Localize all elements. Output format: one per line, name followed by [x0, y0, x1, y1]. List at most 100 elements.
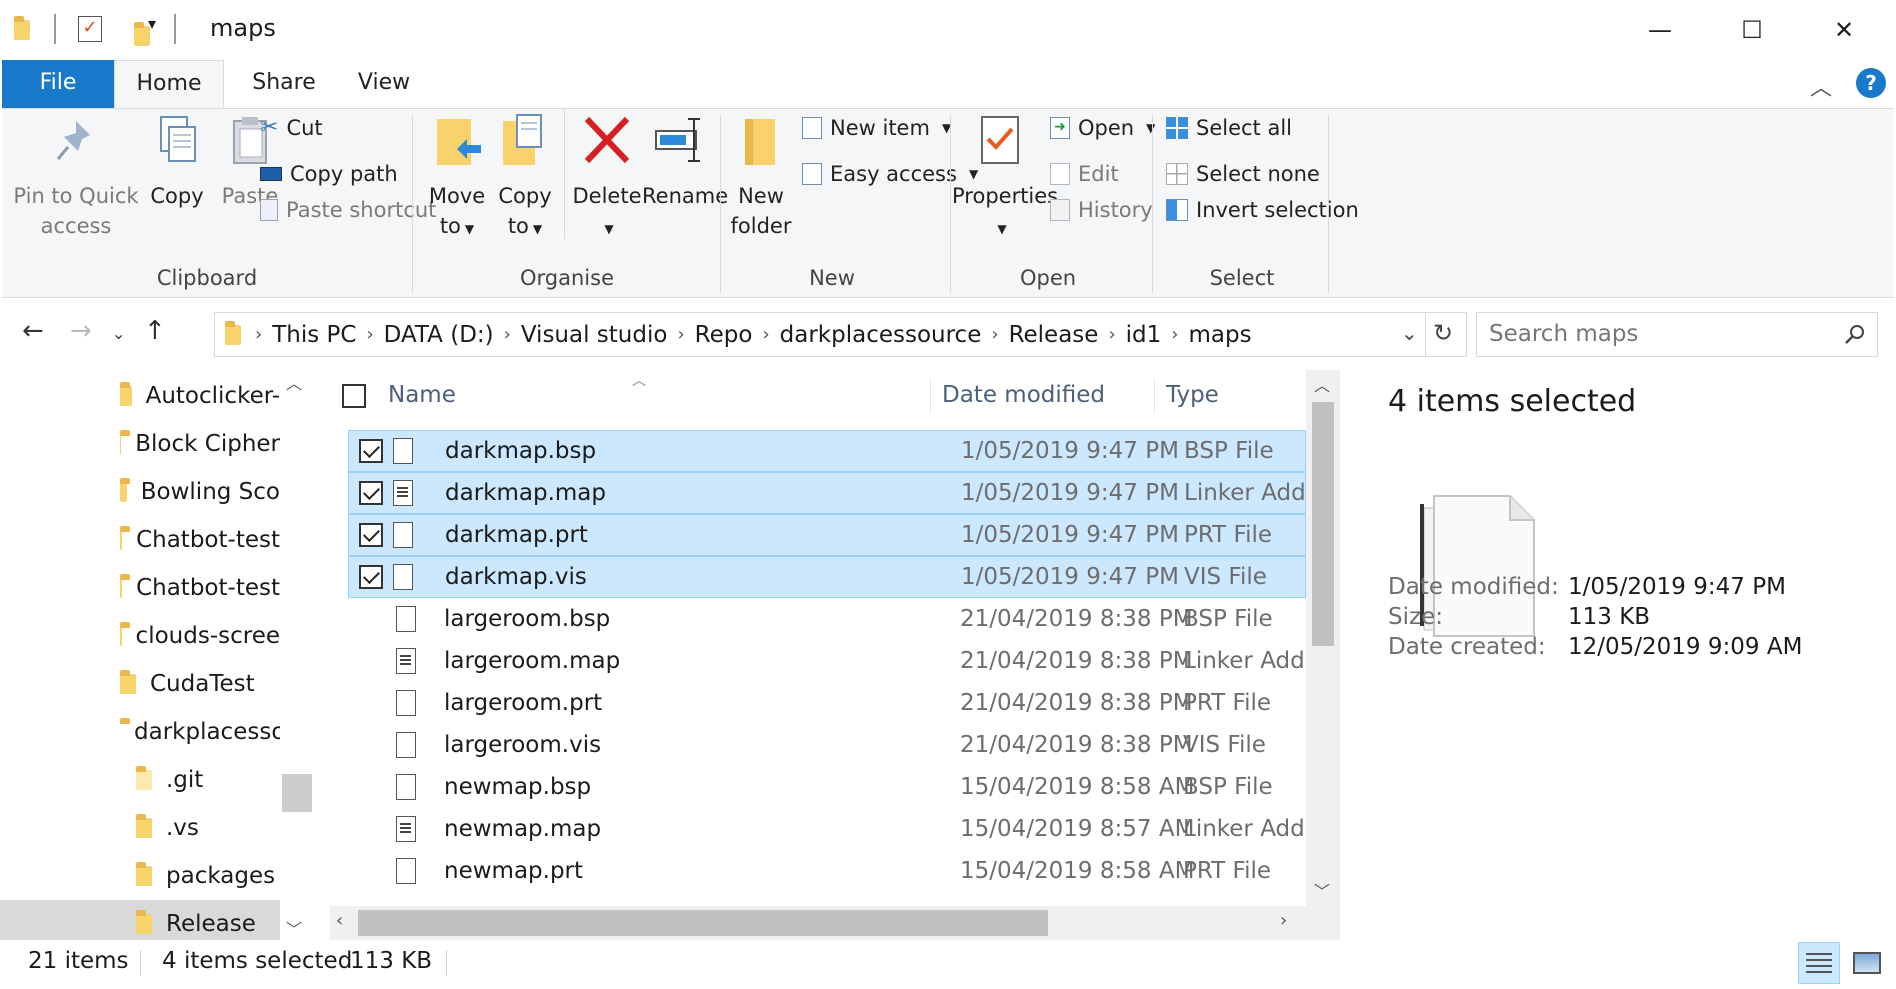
- address-dropdown-chevron-icon[interactable]: ⌄: [1401, 321, 1418, 345]
- chevron-right-icon[interactable]: ›: [504, 324, 511, 345]
- help-icon[interactable]: ?: [1856, 68, 1886, 98]
- back-arrow-icon[interactable]: ←: [22, 316, 44, 346]
- delete-button[interactable]: Delete ▼: [570, 109, 644, 244]
- file-list-vertical-scrollbar[interactable]: ︿ ﹀: [1306, 370, 1340, 940]
- nav-item-block-cipher[interactable]: Block Cipher: [0, 420, 280, 468]
- forward-arrow-icon[interactable]: →: [70, 316, 92, 346]
- breadcrumb-release[interactable]: Release: [1009, 322, 1099, 348]
- chevron-right-icon[interactable]: ›: [366, 324, 373, 345]
- open-button[interactable]: ➜ Open ▼: [1050, 99, 1155, 140]
- move-to-button[interactable]: Move to ▼: [422, 109, 492, 244]
- breadcrumb-maps[interactable]: maps: [1188, 322, 1251, 348]
- chevron-right-icon[interactable]: ›: [677, 324, 684, 345]
- nav-item-git[interactable]: .git: [0, 756, 280, 804]
- copy-button[interactable]: Copy: [142, 109, 212, 211]
- invert-selection-button[interactable]: Invert selection: [1166, 193, 1359, 227]
- nav-item-clouds-screen[interactable]: clouds-scree: [0, 612, 280, 660]
- details-view-button[interactable]: [1798, 942, 1840, 984]
- up-arrow-icon[interactable]: ↑: [144, 316, 166, 346]
- nav-item-release[interactable]: Release: [0, 900, 280, 940]
- row-checkbox[interactable]: [359, 439, 383, 463]
- chevron-right-icon[interactable]: ›: [762, 324, 769, 345]
- copy-path-button[interactable]: Copy path: [260, 157, 398, 191]
- breadcrumb-darkplacessource[interactable]: darkplacessource: [780, 322, 982, 348]
- search-box[interactable]: Search maps: [1476, 312, 1878, 357]
- new-item-button[interactable]: New item ▼: [802, 99, 951, 140]
- chevron-right-icon[interactable]: ›: [1171, 324, 1178, 345]
- file-row-newmap-map[interactable]: newmap.map 15/04/2019 8:57 AMLinker Addre…: [348, 808, 1309, 850]
- large-icons-view-button[interactable]: [1846, 942, 1888, 984]
- file-list-horizontal-scrollbar[interactable]: ‹ ›: [330, 906, 1306, 940]
- file-row-newmap-bsp[interactable]: newmap.bsp 15/04/2019 8:58 AM BSP File: [348, 766, 1306, 808]
- scroll-left-icon[interactable]: ‹: [336, 910, 343, 931]
- address-bar[interactable]: › This PC › DATA (D:) › Visual studio › Repo…: [214, 312, 1467, 357]
- file-row-darkmap-map[interactable]: darkmap.map 1/05/2019 9:47 PMLinker Addre…: [348, 472, 1310, 514]
- nav-item-chatbot-test-2[interactable]: Chatbot-test: [0, 564, 280, 612]
- row-checkbox[interactable]: [359, 523, 383, 547]
- properties-button[interactable]: Properties ▼: [952, 109, 1058, 244]
- file-row-newmap-prt[interactable]: newmap.prt 15/04/2019 8:58 AM PRT File: [348, 850, 1306, 892]
- search-icon[interactable]: [1843, 323, 1867, 347]
- scroll-right-icon[interactable]: ›: [1280, 910, 1287, 931]
- breadcrumb-repo[interactable]: Repo: [695, 322, 753, 348]
- row-checkbox[interactable]: [359, 481, 383, 505]
- nav-item-vs[interactable]: .vs: [0, 804, 280, 852]
- nav-item-autoclicker[interactable]: Autoclicker-: [0, 372, 280, 420]
- vertical-scrollbar-thumb[interactable]: [1312, 402, 1334, 646]
- scroll-up-icon[interactable]: ︿: [1314, 372, 1330, 396]
- file-row-largeroom-bsp[interactable]: largeroom.bsp 21/04/2019 8:38 PM BSP File: [348, 598, 1306, 640]
- chevron-right-icon[interactable]: ›: [1108, 324, 1115, 345]
- refresh-icon[interactable]: ↻: [1433, 319, 1453, 347]
- search-placeholder[interactable]: Search maps: [1489, 321, 1638, 347]
- cut-button[interactable]: ✂ Cut: [260, 99, 323, 140]
- nav-scrollbar[interactable]: ︿ ﹀: [282, 370, 312, 940]
- properties-check-icon[interactable]: ✓: [78, 16, 102, 42]
- nav-item-cudatest[interactable]: CudaTest: [0, 660, 280, 708]
- file-row-darkmap-bsp[interactable]: darkmap.bsp 1/05/2019 9:47 PM BSP File: [348, 430, 1306, 472]
- scroll-down-icon[interactable]: ﹀: [286, 916, 302, 940]
- maximize-button[interactable]: ☐: [1706, 0, 1798, 60]
- select-none-button[interactable]: Select none: [1166, 157, 1320, 191]
- nav-item-chatbot-test[interactable]: Chatbot-test: [0, 516, 280, 564]
- column-header-name[interactable]: Name: [388, 370, 456, 420]
- breadcrumb-data-drive[interactable]: DATA (D:): [384, 322, 494, 348]
- select-all-checkbox[interactable]: [342, 370, 366, 420]
- column-header-type[interactable]: Type: [1166, 370, 1219, 420]
- nav-item-packages[interactable]: packages: [0, 852, 280, 900]
- minimize-button[interactable]: —: [1614, 0, 1706, 60]
- history-button[interactable]: History: [1050, 193, 1153, 227]
- rename-button[interactable]: Rename: [642, 109, 728, 211]
- chevron-right-icon[interactable]: ›: [991, 324, 998, 345]
- column-header-date-modified[interactable]: Date modified: [942, 370, 1105, 420]
- chevron-right-icon[interactable]: ›: [255, 324, 262, 345]
- copy-to-button[interactable]: Copy to ▼: [490, 109, 560, 244]
- tab-file[interactable]: File: [2, 60, 114, 108]
- file-row-darkmap-vis[interactable]: darkmap.vis 1/05/2019 9:47 PM VIS File: [348, 556, 1306, 598]
- file-row-largeroom-map[interactable]: largeroom.map 21/04/2019 8:38 PM Linker Ad…: [348, 640, 1309, 682]
- file-row-darkmap-prt[interactable]: darkmap.prt 1/05/2019 9:47 PM PRT File: [348, 514, 1306, 556]
- select-all-button[interactable]: Select all: [1166, 99, 1292, 140]
- paste-shortcut-button[interactable]: Paste shortcut: [260, 193, 436, 227]
- new-folder-button[interactable]: New folder: [726, 109, 796, 241]
- breadcrumb-visual-studio[interactable]: Visual studio: [521, 322, 668, 348]
- file-row-largeroom-prt[interactable]: largeroom.prt 21/04/2019 8:38 PM PRT File: [348, 682, 1306, 724]
- pin-to-quick-access-button[interactable]: Pin to Quick access: [10, 109, 142, 241]
- breadcrumb-id1[interactable]: id1: [1126, 322, 1162, 348]
- recent-locations-chevron-icon[interactable]: ⌄: [112, 324, 125, 343]
- edit-button[interactable]: Edit: [1050, 157, 1119, 191]
- collapse-ribbon-icon[interactable]: ︿: [1810, 70, 1832, 102]
- scroll-down-icon[interactable]: ﹀: [1314, 878, 1330, 902]
- tab-home[interactable]: Home: [114, 60, 224, 108]
- nav-item-bowling-score[interactable]: Bowling Sco: [0, 468, 280, 516]
- row-checkbox[interactable]: [359, 565, 383, 589]
- file-row-largeroom-vis[interactable]: largeroom.vis 21/04/2019 8:38 PM VIS File: [348, 724, 1306, 766]
- horizontal-scrollbar-thumb[interactable]: [358, 910, 1048, 936]
- tab-view[interactable]: View: [336, 60, 432, 108]
- scroll-up-icon[interactable]: ︿: [286, 370, 302, 394]
- nav-scrollbar-thumb[interactable]: [282, 774, 312, 812]
- nav-item-darkplacessource[interactable]: darkplacesso: [0, 708, 280, 756]
- customize-dropdown-icon[interactable]: ▾: [148, 14, 156, 33]
- breadcrumb-this-pc[interactable]: This PC: [272, 322, 356, 348]
- edit-icon: [1050, 163, 1070, 185]
- close-button[interactable]: ✕: [1798, 0, 1890, 60]
